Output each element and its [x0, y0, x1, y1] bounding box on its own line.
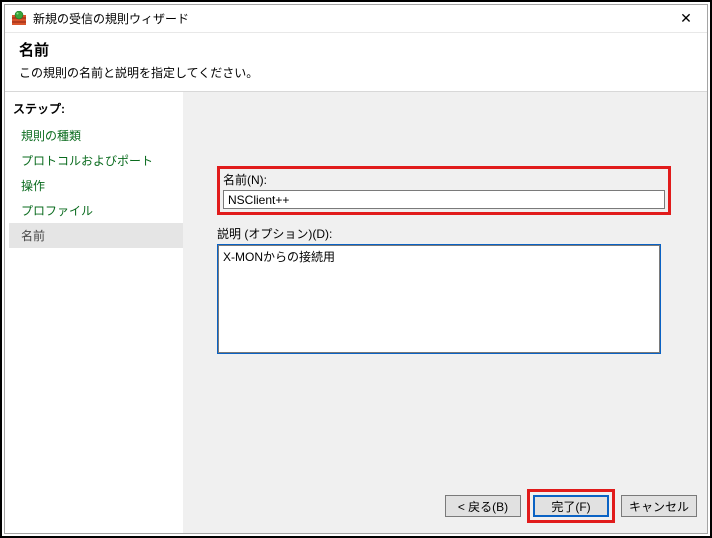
description-input[interactable]	[218, 245, 660, 353]
step-action[interactable]: 操作	[9, 173, 183, 198]
step-heading: ステップ:	[9, 96, 183, 123]
titlebar: 新規の受信の規則ウィザード ✕	[5, 5, 707, 33]
step-profile[interactable]: プロファイル	[9, 198, 183, 223]
step-label: 名前	[21, 229, 45, 243]
step-sidebar: ステップ: 規則の種類 プロトコルおよびポート 操作 プロファイル 名前	[5, 92, 183, 533]
titlebar-title: 新規の受信の規則ウィザード	[33, 10, 665, 27]
page-title: 名前	[19, 39, 693, 60]
name-group-highlight: 名前(N):	[217, 166, 671, 215]
heading-pane: 名前 この規則の名前と説明を指定してください。	[5, 33, 707, 92]
page-description: この規則の名前と説明を指定してください。	[19, 64, 693, 81]
body: ステップ: 規則の種類 プロトコルおよびポート 操作 プロファイル 名前 名前(…	[5, 92, 707, 533]
wizard-dialog: 新規の受信の規則ウィザード ✕ 名前 この規則の名前と説明を指定してください。 …	[4, 4, 708, 534]
step-protocol-port[interactable]: プロトコルおよびポート	[9, 148, 183, 173]
step-rule-type[interactable]: 規則の種類	[9, 123, 183, 148]
name-input[interactable]	[223, 190, 665, 209]
finish-highlight: 完了(F)	[527, 489, 615, 523]
step-label: プロファイル	[21, 204, 93, 218]
finish-button[interactable]: 完了(F)	[533, 495, 609, 517]
step-label: プロトコルおよびポート	[21, 154, 153, 168]
cancel-button[interactable]: キャンセル	[621, 495, 697, 517]
firewall-icon	[11, 11, 27, 27]
back-button[interactable]: < 戻る(B)	[445, 495, 521, 517]
description-label: 説明 (オプション)(D):	[217, 225, 671, 242]
form-area: 名前(N): 説明 (オプション)(D):	[217, 166, 671, 354]
close-icon: ✕	[680, 10, 692, 27]
name-label: 名前(N):	[223, 169, 665, 188]
description-group: 説明 (オプション)(D):	[217, 225, 671, 354]
description-focus-ring	[217, 244, 661, 354]
main-pane: 名前(N): 説明 (オプション)(D): < 戻る(B) 完了(F)	[183, 92, 707, 533]
step-label: 規則の種類	[21, 129, 81, 143]
step-label: 操作	[21, 179, 45, 193]
step-name[interactable]: 名前	[9, 223, 183, 248]
close-button[interactable]: ✕	[665, 5, 707, 33]
button-row: < 戻る(B) 完了(F) キャンセル	[445, 489, 697, 523]
